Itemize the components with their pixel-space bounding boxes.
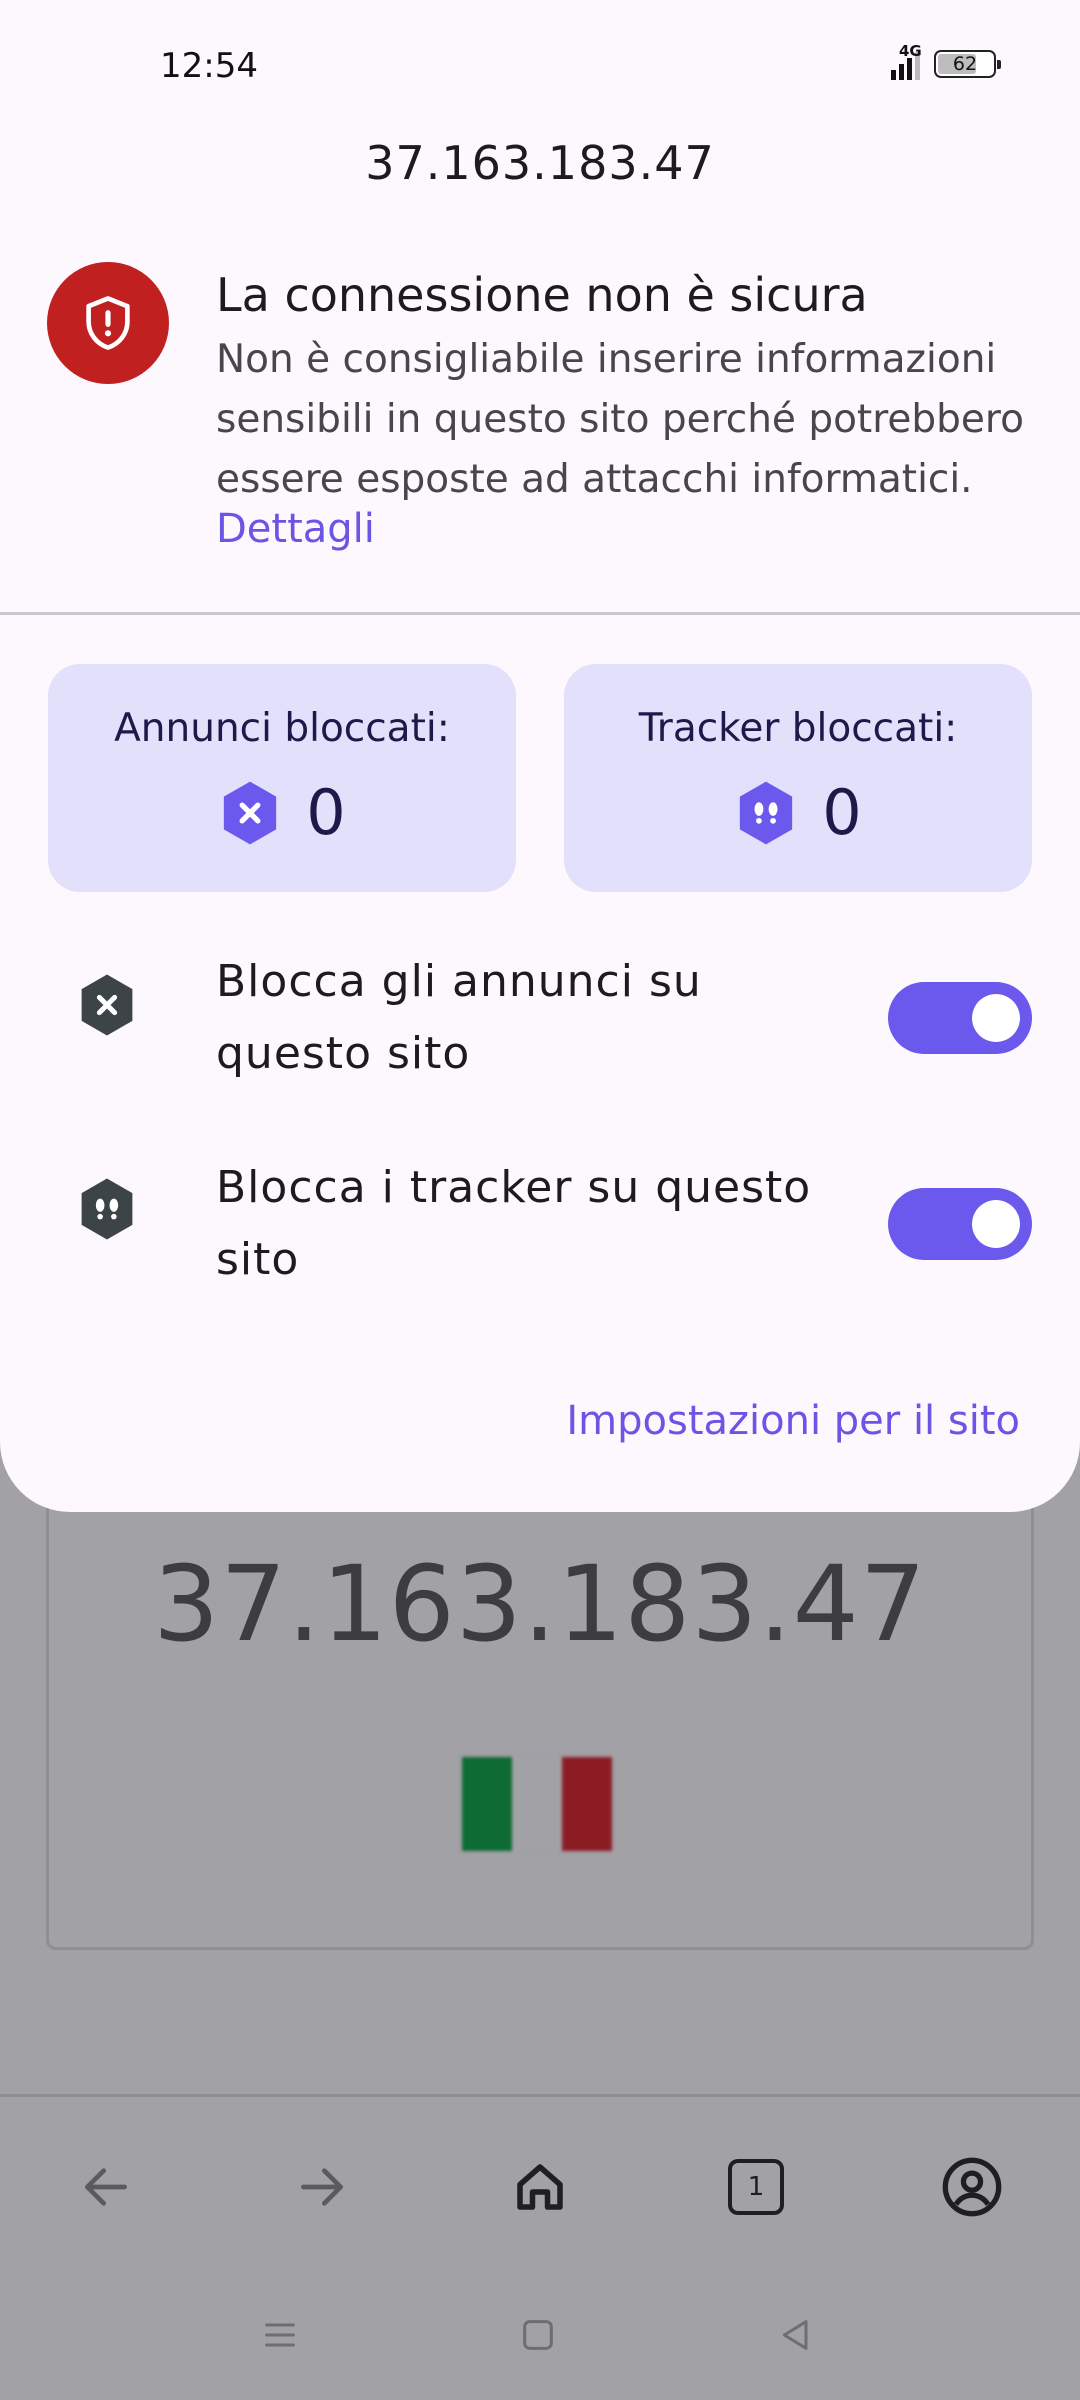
sheet-title: 37.163.183.47 (365, 136, 715, 190)
block-ads-switch[interactable] (888, 982, 1032, 1054)
connection-status-title: La connessione non è sicura (216, 268, 868, 322)
trackers-blocked-count: 0 (822, 776, 862, 849)
ad-block-icon (224, 781, 277, 844)
account-button[interactable] (932, 2147, 1012, 2227)
triangle-back-icon (782, 2320, 808, 2350)
home-icon (517, 2164, 563, 2210)
ads-blocked-card: Annunci bloccati: 0 (48, 664, 516, 892)
details-link[interactable]: Dettagli (216, 506, 375, 552)
toggle-row-block-ads: Blocca gli annunci su questo sito (0, 934, 1080, 1104)
tabs-icon: 1 (728, 2159, 784, 2215)
home-system-button[interactable] (508, 2305, 568, 2365)
sheet-divider (0, 612, 1080, 615)
battery-level: 62 (952, 53, 978, 75)
back-system-button[interactable] (766, 2305, 826, 2365)
home-button[interactable] (500, 2147, 580, 2227)
forward-button[interactable] (282, 2147, 362, 2227)
tracker-block-icon (740, 781, 793, 844)
status-icons: 4G 62 (891, 42, 1001, 80)
ads-blocked-label: Annunci bloccati: (114, 706, 450, 751)
signal-icon: 4G (891, 42, 922, 80)
network-type: 4G (899, 42, 922, 60)
italy-flag (462, 1757, 612, 1851)
toggle-row-block-trackers: Blocca i tracker su questo sito (0, 1140, 1080, 1310)
trackers-blocked-label: Tracker bloccati: (638, 706, 958, 751)
block-ads-label: Blocca gli annunci su questo sito (216, 956, 702, 1079)
block-trackers-switch[interactable] (888, 1188, 1032, 1260)
back-button[interactable] (66, 2147, 146, 2227)
block-trackers-label: Blocca i tracker su questo sito (216, 1162, 812, 1285)
shield-alert-icon (47, 262, 169, 384)
browser-bottom-nav: 1 (0, 2097, 1080, 2273)
battery-icon: 62 (934, 50, 1001, 78)
tabs-button[interactable]: 1 (716, 2147, 796, 2227)
site-settings-link[interactable]: Impostazioni per il sito (566, 1398, 1020, 1444)
status-bar: 12:54 4G 62 (0, 0, 1080, 130)
connection-status-description: Non è consigliabile inserire informazion… (216, 337, 1024, 502)
ads-blocked-count: 0 (306, 776, 346, 849)
page-ip-card: 37.163.183.47 (46, 1440, 1034, 1950)
account-icon (942, 2157, 1002, 2217)
ad-block-icon (70, 968, 144, 1042)
menu-icon (265, 2323, 295, 2347)
forward-icon (301, 2168, 343, 2206)
square-icon (523, 2320, 553, 2350)
tracker-block-icon (70, 1172, 144, 1246)
tab-count: 1 (747, 2172, 765, 2202)
trackers-blocked-card: Tracker bloccati: 0 (564, 664, 1032, 892)
recents-button[interactable] (250, 2305, 310, 2365)
back-icon (85, 2168, 127, 2206)
site-info-sheet: 37.163.183.47 La connessione non è sicur… (0, 0, 1080, 1512)
system-nav-bar (0, 2275, 1080, 2400)
page-ip-text: 37.163.183.47 (153, 1543, 927, 1665)
clock: 12:54 (160, 46, 258, 86)
